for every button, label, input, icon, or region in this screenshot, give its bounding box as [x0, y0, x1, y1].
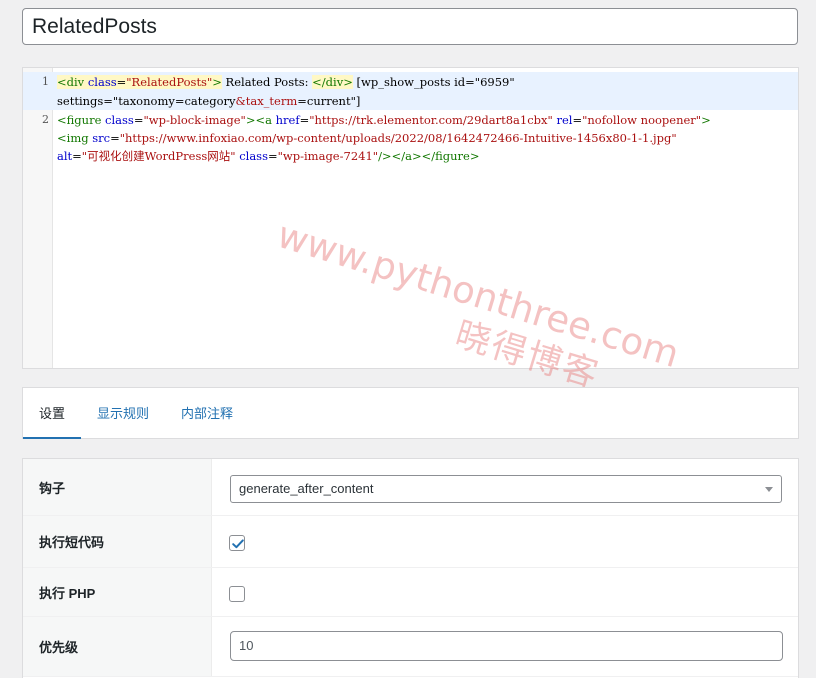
code-token: class [105, 113, 134, 127]
code-token: </div> [312, 75, 353, 89]
code-line[interactable]: 1 <div class="RelatedPosts"> Related Pos… [23, 72, 798, 110]
code-token: <div [57, 75, 85, 89]
checkmark-icon [232, 539, 244, 549]
code-line-text: <figure class="wp-block-image"><a href="… [57, 111, 794, 129]
code-line-text-wrapped: <img src="https://www.infoxiao.com/wp-co… [57, 129, 794, 147]
execute-shortcodes-row: 执行短代码 [23, 516, 798, 568]
settings-table: 钩子 generate_after_content 执行短代码 执行 PHP 优… [22, 458, 799, 678]
tab-settings[interactable]: 设置 [23, 388, 82, 439]
code-token: [wp_show_posts id="6959" [352, 75, 515, 89]
code-token: class [239, 149, 268, 163]
code-token: Related Posts: [221, 75, 313, 89]
tab-display-rules[interactable]: 显示规则 [81, 388, 165, 439]
code-token: settings="taxonomy=category [57, 94, 236, 108]
priority-input[interactable]: 10 [230, 631, 783, 661]
snippet-title-input[interactable]: RelatedPosts [22, 8, 798, 45]
code-token: href [275, 113, 300, 127]
code-token: <img [57, 131, 89, 145]
code-token: = [299, 113, 310, 127]
line-number: 2 [42, 113, 49, 126]
priority-label: 优先级 [23, 617, 212, 676]
watermark-url: www.pythonthree.com [272, 213, 685, 377]
code-line-text: <div class="RelatedPosts"> Related Posts… [57, 73, 794, 91]
hook-select[interactable]: generate_after_content [230, 475, 782, 503]
code-token: /></a></figure> [378, 149, 480, 163]
code-token: rel [556, 113, 573, 127]
execute-shortcodes-label: 执行短代码 [23, 516, 212, 567]
code-token: = [110, 131, 120, 145]
code-token: "RelatedPosts" [126, 75, 213, 89]
code-token: "https://www.infoxiao.com/wp-content/upl… [119, 131, 677, 145]
code-line[interactable]: 2 <figure class="wp-block-image"><a href… [23, 110, 798, 166]
chevron-down-icon [765, 487, 773, 492]
code-token: alt [57, 149, 73, 163]
code-editor[interactable]: 1 <div class="RelatedPosts"> Related Pos… [22, 67, 799, 396]
execute-php-checkbox[interactable] [229, 586, 245, 602]
execute-shortcodes-checkbox[interactable] [229, 535, 245, 551]
code-token: = [116, 75, 127, 89]
code-token: "wp-image-7241" [277, 149, 379, 163]
code-token: > [212, 75, 222, 89]
code-token: &tax_term [235, 94, 298, 108]
code-token: "https://trk.elementor.com/29dart8a1cbx" [309, 113, 553, 127]
code-token: "nofollow noopener" [582, 113, 702, 127]
code-token: = [572, 113, 583, 127]
code-token: ><a [245, 113, 272, 127]
code-line-text-wrapped: settings="taxonomy=category&tax_term=cur… [57, 92, 794, 110]
priority-row: 优先级 10 [23, 617, 798, 677]
hook-select-value: generate_after_content [239, 481, 374, 496]
settings-tabs: 设置 显示规则 内部注释 [22, 387, 799, 439]
code-token: "可视化创建WordPress网站" [81, 149, 236, 163]
code-token: = [267, 149, 278, 163]
tab-internal-notes[interactable]: 内部注释 [165, 388, 249, 439]
code-token: = [72, 149, 82, 163]
code-token: "wp-block-image" [143, 113, 246, 127]
watermark-brand: 晓得博客 [450, 314, 604, 397]
line-number: 1 [42, 75, 49, 88]
code-token: =current"] [297, 94, 361, 108]
execute-php-label: 执行 PHP [23, 568, 212, 616]
code-token: src [92, 131, 111, 145]
execute-php-row: 执行 PHP [23, 568, 798, 617]
hook-row: 钩子 generate_after_content [23, 459, 798, 516]
code-token: class [87, 75, 117, 89]
hook-label: 钩子 [23, 459, 212, 515]
code-line-text-wrapped: alt="可视化创建WordPress网站" class="wp-image-7… [57, 147, 794, 165]
code-token: <figure [57, 113, 102, 127]
code-token: > [701, 113, 711, 127]
